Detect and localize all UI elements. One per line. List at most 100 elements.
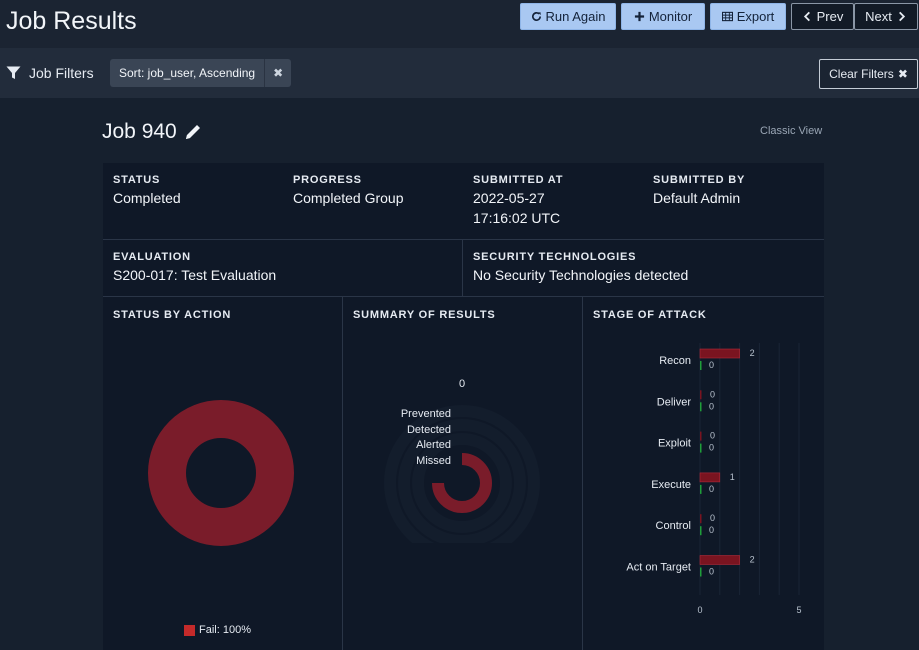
- page-title: Job Results: [6, 7, 137, 35]
- summary-label-alerted: Alerted: [416, 439, 451, 451]
- monitor-button[interactable]: Monitor: [621, 3, 705, 30]
- submitted-by-cell: SUBMITTED BY Default Admin: [653, 174, 745, 208]
- divider: [103, 239, 824, 240]
- evaluation-label: EVALUATION: [113, 251, 191, 263]
- category-label: Deliver: [657, 396, 692, 408]
- summary-label-detected: Detected: [407, 424, 451, 436]
- stage-of-attack-chart: Recon 2 0 Deliver 0 0 Exploit 0 0 Execute 1 0 Contro…: [626, 343, 802, 615]
- progress-cell: PROGRESS Completed Group: [293, 174, 404, 208]
- bar[interactable]: [699, 348, 740, 359]
- top-bar: Job Results Run Again Monitor Export Pre…: [0, 0, 919, 48]
- filter-chip-label: Sort: job_user, Ascending: [119, 66, 256, 80]
- security-cell: SECURITY TECHNOLOGIES No Security Techno…: [473, 251, 688, 285]
- submitted-at-cell: SUBMITTED AT 2022-05-27 17:16:02 UTC: [473, 174, 563, 228]
- classic-view-link[interactable]: Classic View: [760, 125, 822, 137]
- summary-label-missed: Missed: [416, 455, 451, 467]
- divider: [342, 296, 343, 650]
- data-label: 0: [709, 525, 714, 535]
- bar[interactable]: [700, 526, 702, 536]
- submitted-time: 17:16:02 UTC: [473, 210, 561, 226]
- monitor-label: Monitor: [648, 9, 693, 24]
- prev-button[interactable]: Prev: [791, 3, 854, 30]
- bar[interactable]: [700, 361, 702, 370]
- status-legend: Fail: 100%: [184, 624, 251, 636]
- evaluation-value[interactable]: S200-017: Test Evaluation: [113, 266, 276, 285]
- data-label: 0: [709, 484, 714, 494]
- progress-value: Completed Group: [293, 190, 404, 206]
- filter-chip: Sort: job_user, Ascending ✖: [110, 59, 292, 87]
- category-label: Exploit: [658, 438, 691, 450]
- security-label: SECURITY TECHNOLOGIES: [473, 251, 637, 263]
- next-button[interactable]: Next: [854, 3, 918, 30]
- data-label: 0: [709, 360, 714, 370]
- close-icon: ✖: [897, 67, 908, 81]
- data-label: 2: [750, 348, 755, 358]
- data-label: 0: [710, 431, 715, 441]
- chevron-right-icon: [898, 11, 905, 22]
- axis-tick-label: 5: [796, 605, 801, 615]
- run-again-button[interactable]: Run Again: [520, 3, 616, 30]
- data-label: 1: [730, 472, 735, 482]
- stage-of-attack-title: STAGE OF ATTACK: [593, 309, 707, 321]
- export-label: Export: [736, 9, 775, 24]
- submitted-by-label: SUBMITTED BY: [653, 174, 746, 186]
- job-title: Job 940: [102, 120, 203, 144]
- bar[interactable]: [700, 567, 702, 577]
- status-cell: STATUS Completed: [113, 174, 181, 208]
- legend-label: Fail: 100%: [199, 624, 251, 636]
- legend-swatch: [184, 624, 195, 636]
- category-label: Execute: [651, 479, 691, 491]
- bar[interactable]: [700, 390, 702, 400]
- submitted-at-label: SUBMITTED AT: [473, 174, 564, 186]
- summary-center-value: 0: [459, 378, 465, 390]
- prev-label: Prev: [816, 9, 844, 24]
- divider: [462, 239, 463, 296]
- bar[interactable]: [699, 472, 721, 483]
- data-label: 0: [710, 389, 715, 399]
- category-label: Act on Target: [626, 562, 691, 574]
- job-details-panel: STATUS Completed PROGRESS Completed Grou…: [103, 163, 824, 650]
- job-title-text: Job 940: [102, 120, 177, 143]
- bar[interactable]: [700, 514, 702, 524]
- bar[interactable]: [700, 443, 702, 453]
- data-label: 0: [710, 513, 715, 523]
- category-label: Control: [656, 520, 691, 532]
- donut-fail-slice[interactable]: [148, 400, 294, 546]
- pencil-icon[interactable]: [183, 122, 203, 142]
- data-label: 0: [709, 567, 714, 577]
- axis-tick-label: 0: [697, 605, 702, 615]
- export-button[interactable]: Export: [710, 3, 786, 30]
- chevron-left-icon: [803, 11, 810, 22]
- clear-filters-label: Clear Filters: [829, 67, 894, 81]
- filter-bar: Job Filters Sort: job_user, Ascending ✖: [0, 48, 919, 98]
- divider: [103, 296, 824, 297]
- table-icon: [721, 11, 733, 22]
- submitted-date: 2022-05-27: [473, 190, 545, 206]
- job-filters-toggle[interactable]: Job Filters: [6, 65, 94, 81]
- plus-icon: [634, 11, 644, 22]
- progress-label: PROGRESS: [293, 174, 362, 186]
- evaluation-cell: EVALUATION S200-017: Test Evaluation: [113, 251, 276, 285]
- status-label: STATUS: [113, 174, 161, 186]
- status-by-action-chart: [148, 400, 294, 546]
- job-filters-label: Job Filters: [29, 65, 94, 81]
- next-label: Next: [865, 9, 892, 24]
- security-value: No Security Technologies detected: [473, 267, 689, 283]
- category-label: Recon: [659, 355, 691, 367]
- summary-label-prevented: Prevented: [401, 408, 451, 420]
- close-icon[interactable]: ✖: [264, 59, 291, 87]
- bar[interactable]: [699, 555, 740, 565]
- summary-of-results-title: SUMMARY OF RESULTS: [353, 309, 496, 321]
- summary-of-results-chart: 0 Prevented Detected Alerted Missed: [384, 378, 540, 543]
- submitted-by-value: Default Admin: [653, 190, 741, 206]
- bar[interactable]: [700, 402, 702, 412]
- bar[interactable]: [700, 431, 702, 441]
- clear-filters-button[interactable]: Clear Filters ✖: [819, 59, 918, 89]
- filter-icon: [6, 66, 21, 79]
- data-label: 2: [750, 555, 755, 565]
- data-label: 0: [709, 401, 714, 411]
- run-again-label: Run Again: [545, 9, 606, 24]
- status-by-action-title: STATUS BY ACTION: [113, 309, 232, 321]
- bar[interactable]: [700, 484, 702, 494]
- data-label: 0: [709, 443, 714, 453]
